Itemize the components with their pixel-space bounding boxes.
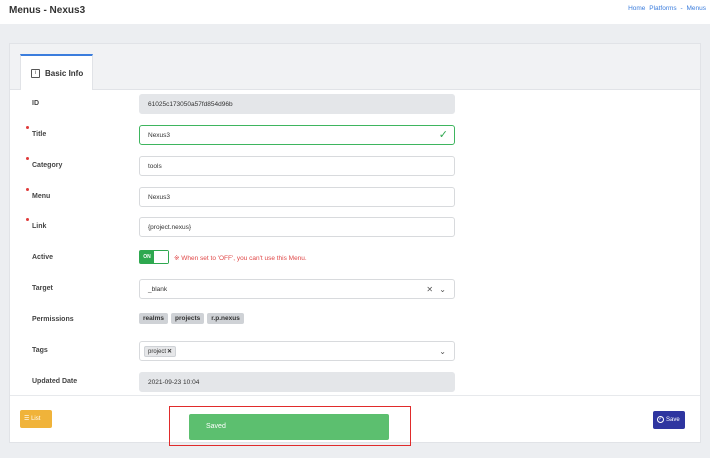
active-row: Active ON ※ When set to 'OFF', you can't… <box>10 248 700 270</box>
link-row: Link {project.nexus} <box>10 217 700 239</box>
title-label: Title <box>32 131 47 138</box>
updated-date-label: Updated Date <box>32 378 78 385</box>
tab-bar: i Basic Info <box>10 44 700 90</box>
target-value: _blank <box>148 286 168 293</box>
chevron-down-icon[interactable]: ⌄ <box>439 285 446 294</box>
permission-badges: realms projects r.p.nexus <box>139 313 244 324</box>
toggle-on-label: ON <box>140 251 154 263</box>
required-marker <box>26 218 29 221</box>
target-label: Target <box>32 285 53 292</box>
id-row: ID 61025c173050a57fd854d96b <box>10 94 700 116</box>
updated-date-row: Updated Date 2021-09-23 10:04 <box>10 372 700 394</box>
top-bar: Menus - Nexus3 Home Platforms - Menus <box>0 0 710 24</box>
required-marker <box>26 188 29 191</box>
clear-icon[interactable]: ✕ <box>426 285 433 294</box>
tags-select[interactable]: project✕ ⌄ <box>139 341 455 361</box>
remove-tag-icon[interactable]: ✕ <box>167 349 172 355</box>
check-icon: ✓ <box>438 129 448 141</box>
permissions-label: Permissions <box>32 316 74 323</box>
active-note: ※ When set to 'OFF', you can't use this … <box>174 255 307 262</box>
breadcrumb-home[interactable]: Home <box>628 5 645 12</box>
title-value: Nexus3 <box>148 132 171 139</box>
required-marker <box>26 157 29 160</box>
tab-label: Basic Info <box>45 68 84 78</box>
tab-basic-info[interactable]: i Basic Info <box>20 54 93 90</box>
id-field: 61025c173050a57fd854d96b <box>139 94 455 114</box>
breadcrumb-menus: Menus <box>686 5 706 12</box>
id-label: ID <box>32 100 39 107</box>
list-icon: ☰ <box>24 416 30 422</box>
breadcrumb-platforms[interactable]: Platforms <box>649 5 676 12</box>
category-input[interactable]: tools <box>139 156 455 176</box>
target-row: Target _blank ✕ ⌄ <box>10 279 700 301</box>
chevron-down-icon[interactable]: ⌄ <box>439 347 446 356</box>
highlight-box <box>169 406 411 446</box>
active-label: Active <box>32 254 54 261</box>
tags-label: Tags <box>32 347 48 354</box>
tag-chip: project✕ <box>144 346 177 357</box>
category-row: Category tools <box>10 156 700 178</box>
link-input[interactable]: {project.nexus} <box>139 217 455 237</box>
breadcrumb: Home Platforms - Menus <box>626 5 706 12</box>
footer-divider <box>10 395 700 396</box>
menu-input[interactable]: Nexus3 <box>139 187 455 207</box>
save-button[interactable]: ✓ Save <box>653 411 685 429</box>
permission-badge: realms <box>139 313 168 324</box>
save-button-label: Save <box>666 417 680 423</box>
breadcrumb-separator: - <box>680 5 683 12</box>
title-row: Title Nexus3 ✓ <box>10 125 700 147</box>
updated-date-field: 2021-09-23 10:04 <box>139 372 455 392</box>
category-label: Category <box>32 162 63 169</box>
required-marker <box>26 126 29 129</box>
list-button-label: List <box>31 416 41 422</box>
menu-form-card: i Basic Info ID 61025c173050a57fd854d96b… <box>9 43 701 443</box>
list-button[interactable]: ☰ List <box>20 410 52 428</box>
page-title: Menus - Nexus3 <box>9 5 86 16</box>
info-icon: i <box>31 68 40 78</box>
permission-badge: r.p.nexus <box>207 313 244 324</box>
toggle-knob <box>154 251 168 263</box>
tags-row: Tags project✕ ⌄ <box>10 341 700 363</box>
menu-label: Menu <box>32 193 51 200</box>
permissions-row: Permissions realms projects r.p.nexus <box>10 310 700 332</box>
tag-chip-label: project <box>148 349 167 355</box>
menu-row: Menu Nexus3 <box>10 187 700 209</box>
target-select[interactable]: _blank ✕ ⌄ <box>139 279 455 299</box>
active-toggle[interactable]: ON <box>139 250 169 264</box>
check-circle-icon: ✓ <box>657 415 664 423</box>
link-label: Link <box>32 223 47 230</box>
title-input[interactable]: Nexus3 ✓ <box>139 125 455 145</box>
permission-badge: projects <box>170 313 205 324</box>
